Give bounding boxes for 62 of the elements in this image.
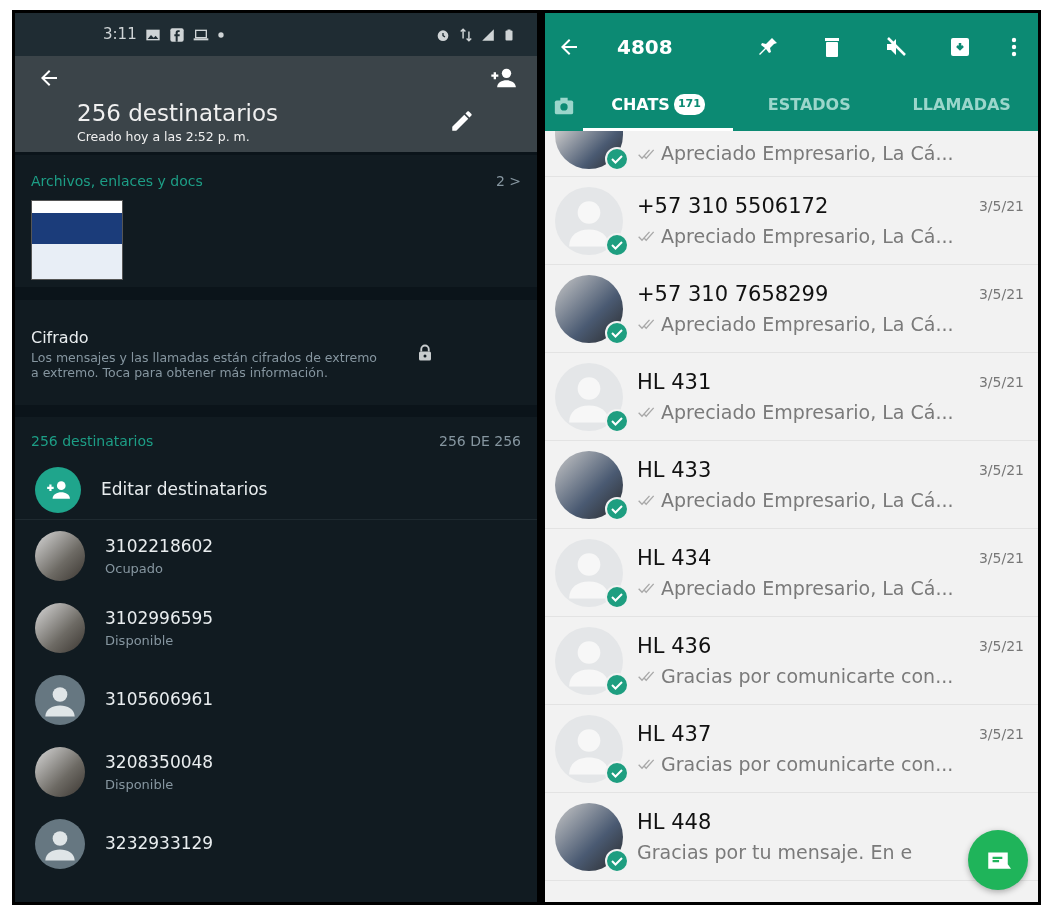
camera-icon[interactable] bbox=[553, 95, 575, 117]
lock-icon bbox=[416, 342, 434, 363]
section-title: Archivos, enlaces y docs bbox=[31, 172, 203, 191]
selection-count: 4808 bbox=[617, 34, 673, 61]
contact-name: HL 436 bbox=[637, 632, 712, 660]
edit-recipients-row[interactable]: Editar destinatarios bbox=[15, 460, 537, 520]
contact-name: HL 448 bbox=[637, 808, 712, 836]
contact-name: HL 434 bbox=[637, 544, 712, 572]
message-date: 3/5/21 bbox=[978, 196, 1024, 216]
facebook-icon bbox=[168, 26, 185, 43]
contact-number: 3232933129 bbox=[105, 832, 214, 856]
message-date: 3/5/21 bbox=[978, 372, 1024, 392]
contact-status: Disponible bbox=[105, 632, 175, 650]
encryption-row[interactable]: Cifrado Los mensajes y las llamadas están cifrados de extremo a extremo. Toca para obtener más información. bbox=[15, 300, 537, 405]
message-preview: Gracias por comunicarte con... bbox=[661, 664, 954, 689]
section-title: 256 destinatarios bbox=[31, 432, 154, 451]
message-date: 3/5/21 bbox=[978, 636, 1024, 656]
contact-number: 3102218602 bbox=[105, 534, 214, 558]
contact-number: 3105606961 bbox=[105, 688, 214, 712]
contact-number: 3102996595 bbox=[105, 606, 214, 630]
contact-name: +57 310 5506172 bbox=[637, 192, 829, 220]
pencil-icon[interactable] bbox=[449, 108, 475, 134]
contact-name: +57 310 7658299 bbox=[637, 280, 829, 308]
contact-name: HL 433 bbox=[637, 456, 712, 484]
contact-name: HL 437 bbox=[637, 720, 712, 748]
recipient-row[interactable]: 3102996595 Disponible bbox=[15, 592, 537, 664]
message-preview: Gracias por tu mensaje. En e bbox=[637, 840, 913, 865]
recipient-row[interactable]: 3208350048 Disponible bbox=[15, 736, 537, 808]
message-preview: Apreciado Empresario, La Cá... bbox=[661, 312, 954, 337]
encryption-description: Los mensajes y las llamadas están cifrados de extremo a extremo. Toca para obtener más información. bbox=[31, 349, 379, 380]
chat-row[interactable]: Apreciado Empresario, La Cá... bbox=[545, 131, 1038, 177]
contact-name: HL 431 bbox=[637, 368, 712, 396]
header-title: 256 destinatarios bbox=[77, 99, 279, 128]
recipient-row[interactable]: 3232933129 bbox=[15, 808, 537, 880]
message-date: 3/5/21 bbox=[978, 460, 1024, 480]
contact-number: 3208350048 bbox=[105, 750, 214, 774]
message-preview: Gracias por comunicarte con... bbox=[661, 752, 954, 777]
data-arrows-icon bbox=[459, 26, 473, 43]
encryption-title: Cifrado bbox=[31, 326, 90, 349]
message-date: 3/5/21 bbox=[978, 724, 1024, 744]
media-count-link[interactable]: 2 > bbox=[495, 171, 521, 192]
message-preview: Apreciado Empresario, La Cá... bbox=[661, 576, 954, 601]
message-preview: Apreciado Empresario, La Cá... bbox=[661, 141, 954, 167]
recipient-row[interactable]: 3105606961 bbox=[15, 664, 537, 736]
message-date: 3/5/21 bbox=[978, 548, 1024, 568]
archive-icon[interactable] bbox=[948, 35, 972, 59]
recipient-row[interactable]: 3102218602 Ocupado bbox=[15, 520, 537, 592]
action-label: Editar destinatarios bbox=[101, 477, 268, 501]
contact-status: Disponible bbox=[105, 776, 175, 794]
recipient-count: 256 DE 256 bbox=[439, 432, 521, 451]
signal-icon bbox=[481, 27, 495, 42]
document-thumbnail[interactable] bbox=[31, 200, 123, 280]
message-preview: Apreciado Empresario, La Cá... bbox=[661, 224, 954, 249]
add-person-icon bbox=[35, 466, 81, 513]
message-date: 3/5/21 bbox=[978, 284, 1024, 304]
clock-time: 3:11 bbox=[103, 24, 137, 46]
message-preview: Apreciado Empresario, La Cá... bbox=[661, 488, 954, 513]
unread-count-badge: 171 bbox=[673, 94, 705, 115]
dot-icon bbox=[216, 30, 225, 39]
created-date: Creado hoy a las 2:52 p. m. bbox=[77, 128, 250, 146]
message-preview: Apreciado Empresario, La Cá... bbox=[661, 400, 954, 425]
contact-status: Ocupado bbox=[105, 560, 165, 578]
